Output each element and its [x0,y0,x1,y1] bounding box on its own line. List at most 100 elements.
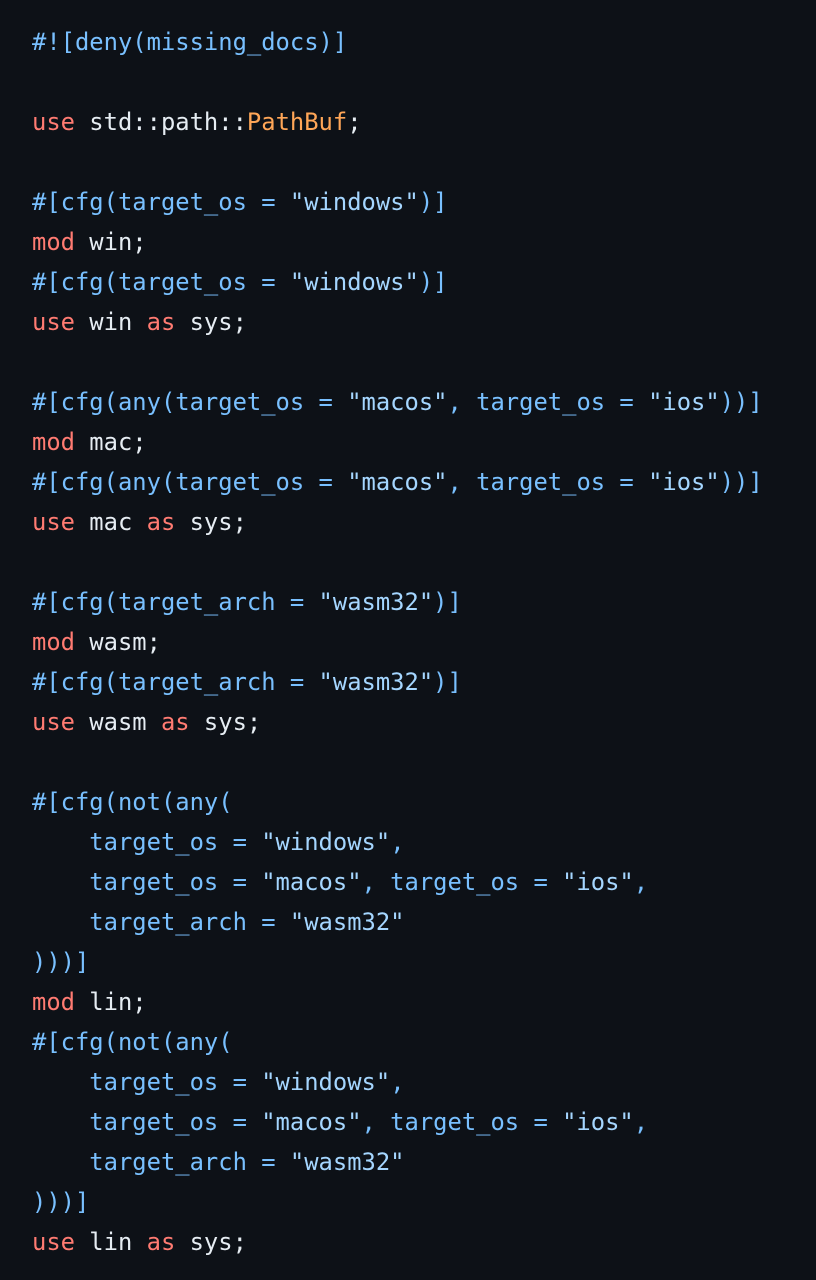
keyword-token: use [32,308,75,336]
code-line: use std::path::PathBuf; [32,102,763,142]
code-token: sys; [189,708,262,736]
code-line: use lin as sys; [32,1222,763,1262]
code-token: sys; [175,308,247,336]
code-line: use wasm as sys; [32,702,763,742]
code-line: use win as sys; [32,302,763,342]
attribute-token: target_os = [32,1108,262,1136]
code-token: sys; [175,508,247,536]
attribute-token: )] [433,588,462,616]
string-token: "windows" [261,1068,391,1096]
code-line: use mac as sys; [32,502,763,542]
attribute-token: #[cfg(not(any( [32,1028,233,1056]
attribute-token: #[cfg(target_os = [32,268,290,296]
code-line: target_os = "macos", target_os = "ios", [32,1102,763,1142]
string-token: "windows" [289,188,419,216]
attribute-token: , target_os = [447,468,649,496]
string-token: "ios" [562,868,634,896]
code-line: mod wasm; [32,622,763,662]
attribute-token: target_os = [32,828,262,856]
attribute-token: , [633,868,649,896]
attribute-token: #![deny(missing_docs)] [32,28,348,56]
code-line: #[cfg(any(target_os = "macos", target_os… [32,462,763,502]
attribute-token: , target_os = [361,1108,563,1136]
string-token: "macos" [261,868,362,896]
code-token: lin; [74,988,147,1016]
code-line: #![deny(missing_docs)] [32,22,763,62]
attribute-token: #[cfg(any(target_os = [32,388,348,416]
code-line: #[cfg(target_os = "windows")] [32,262,763,302]
attribute-token: target_os = [32,868,262,896]
keyword-token: use [32,708,75,736]
type-token: PathBuf [246,108,348,136]
attribute-token: #[cfg(target_os = [32,188,290,216]
string-token: "wasm32" [289,908,405,936]
attribute-token: )] [418,188,448,216]
code-token: mac; [74,428,147,456]
code-line: mod win; [32,222,763,262]
string-token: "macos" [347,388,448,416]
keyword-token: use [32,508,75,536]
keyword-token: mod [32,228,75,256]
code-line: )))] [32,942,763,982]
attribute-token: target_os = [32,1068,262,1096]
attribute-token: )] [418,268,448,296]
string-token: "windows" [289,268,419,296]
code-token: wasm [74,708,161,736]
code-line: #[cfg(any(target_os = "macos", target_os… [32,382,763,422]
keyword-token: mod [32,628,75,656]
code-line: #[cfg(target_os = "windows")] [32,182,763,222]
code-line: target_os = "windows", [32,822,763,862]
attribute-token: target_arch = [32,908,290,936]
code-line: target_arch = "wasm32" [32,1142,763,1182]
keyword-token: use [32,108,75,136]
string-token: "macos" [261,1108,362,1136]
attribute-token: , [633,1108,649,1136]
string-token: "ios" [648,468,720,496]
code-line: target_os = "macos", target_os = "ios", [32,862,763,902]
code-line: target_os = "windows", [32,1062,763,1102]
keyword-token: as [146,308,176,336]
code-token: wasm; [74,628,161,656]
code-block: #![deny(missing_docs)]use std::path::Pat… [32,22,763,1262]
string-token: "macos" [347,468,448,496]
attribute-token: , target_os = [361,868,563,896]
keyword-token: mod [32,988,75,1016]
string-token: "wasm32" [318,668,434,696]
keyword-token: as [160,708,190,736]
code-line: mod lin; [32,982,763,1022]
keyword-token: use [32,1228,75,1256]
code-line: #[cfg(not(any( [32,1022,763,1062]
string-token: "ios" [648,388,720,416]
code-token: std::path:: [74,108,247,136]
code-token: win [74,308,147,336]
code-token: lin [74,1228,147,1256]
attribute-token: , [390,1068,405,1096]
attribute-token: )))] [32,948,90,976]
code-line: #[cfg(not(any( [32,782,763,822]
code-line: #[cfg(target_arch = "wasm32")] [32,582,763,622]
string-token: "windows" [261,828,391,856]
attribute-token: ))] [719,468,763,496]
code-token: sys; [175,1228,247,1256]
keyword-token: mod [32,428,75,456]
attribute-token: )] [433,668,462,696]
keyword-token: as [146,1228,176,1256]
code-token: win; [74,228,147,256]
attribute-token: ))] [719,388,763,416]
attribute-token: )))] [32,1188,90,1216]
code-line: target_arch = "wasm32" [32,902,763,942]
attribute-token: #[cfg(not(any( [32,788,233,816]
attribute-token: target_arch = [32,1148,290,1176]
code-token: mac [74,508,147,536]
code-token: ; [347,108,362,136]
attribute-token: #[cfg(any(target_os = [32,468,348,496]
string-token: "wasm32" [289,1148,405,1176]
code-line: )))] [32,1182,763,1222]
attribute-token: , target_os = [447,388,649,416]
attribute-token: #[cfg(target_arch = [32,588,319,616]
